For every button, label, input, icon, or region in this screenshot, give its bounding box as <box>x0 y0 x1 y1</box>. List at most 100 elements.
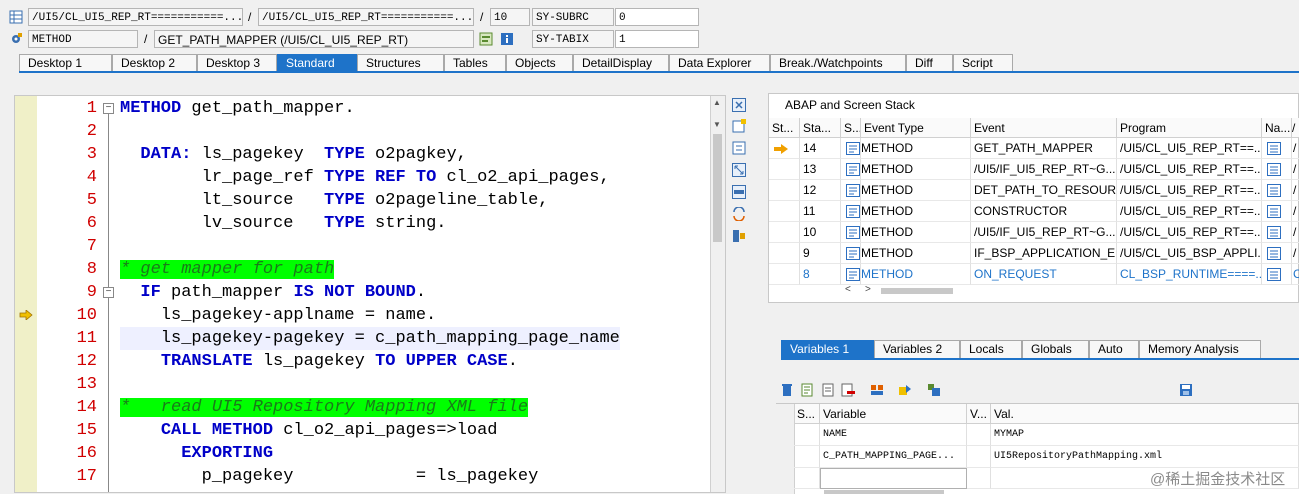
display-object-icon[interactable] <box>478 31 494 47</box>
code-line-9: IF path_mapper IS NOT BOUND. <box>140 283 427 302</box>
stack-row[interactable]: 10 METHOD/UI5/IF_UI5_REP_RT~G.../UI5/CL_U… <box>769 222 1299 243</box>
var-col-header-s[interactable]: S... <box>794 404 820 424</box>
var-col-header-value[interactable]: Val. <box>991 404 1299 424</box>
var-empty-status[interactable] <box>794 468 820 489</box>
new-tool-icon[interactable] <box>731 118 747 134</box>
var-name-cell[interactable]: NAME <box>820 424 967 446</box>
var-value-cell[interactable]: MYMAP <box>991 424 1299 446</box>
stack-row[interactable]: 12 METHOD DET_PATH_TO_RESOUR.../UI5/CL_UI5… <box>769 180 1299 201</box>
tab-desktop-2[interactable]: Desktop 2 <box>112 54 197 71</box>
var-value-cell[interactable]: UI5RepositoryPathMapping.xml <box>991 446 1299 468</box>
save-icon[interactable] <box>1178 382 1194 398</box>
col-header-event[interactable]: Event <box>971 118 1117 138</box>
replace-tool-icon[interactable] <box>731 140 747 156</box>
info-icon[interactable] <box>499 31 515 47</box>
stack-hscroll[interactable]: < > <box>845 284 985 298</box>
var-col-header-variable[interactable]: Variable <box>820 404 967 424</box>
tab-structures[interactable]: Structures <box>357 54 444 71</box>
layout-settings-icon[interactable] <box>926 382 942 398</box>
var-v-cell <box>967 424 991 446</box>
stack-current-cell <box>769 264 800 285</box>
var-name-cell[interactable]: C_PATH_MAPPING_PAGE... <box>820 446 967 468</box>
scroll-thumb[interactable] <box>713 134 722 242</box>
remove-row-icon[interactable] <box>840 382 856 398</box>
services-icon[interactable] <box>731 228 747 244</box>
col-header-s[interactable]: S... <box>841 118 861 138</box>
method-icon <box>846 142 860 158</box>
tab-data-explorer[interactable]: Data Explorer <box>669 54 770 71</box>
navigate-icon[interactable] <box>1267 247 1281 263</box>
sort-icon[interactable] <box>869 382 885 398</box>
scroll-up-icon[interactable]: ▲ <box>713 98 721 107</box>
edit-variable-icon[interactable] <box>800 382 816 398</box>
editor-scrollbar[interactable]: ▲ ▼ <box>710 96 725 492</box>
tab-standard[interactable]: Standard <box>277 54 357 71</box>
tab-detaildisplay[interactable]: DetailDisplay <box>573 54 669 71</box>
col-header-navigate[interactable]: Na... <box>1262 118 1292 138</box>
fold-toggle-method[interactable]: − <box>103 103 114 114</box>
col-header-event-type[interactable]: Event Type <box>861 118 971 138</box>
var-col-header-v[interactable]: V... <box>967 404 991 424</box>
breakpoint-gutter[interactable] <box>15 96 37 492</box>
tab-auto[interactable]: Auto <box>1089 340 1139 358</box>
stack-level-cell: 11 <box>800 201 841 222</box>
stack-row[interactable]: 11 METHOD CONSTRUCTOR/UI5/CL_UI5_REP_RT==.… <box>769 201 1299 222</box>
col-header-extra[interactable]: / <box>1292 118 1299 138</box>
abap-screen-stack-panel: ABAP and Screen Stack St... Sta... S... … <box>768 93 1299 303</box>
sy-subrc-value[interactable]: 0 <box>615 8 699 26</box>
tab-breakpoints[interactable]: Break./Watchpoints <box>770 54 906 71</box>
tab-desktop-1[interactable]: Desktop 1 <box>19 54 112 71</box>
delete-icon[interactable] <box>779 382 795 398</box>
stack-event-cell: GET_PATH_MAPPER <box>971 138 1117 159</box>
stack-level-cell: 10 <box>800 222 841 243</box>
tab-variables-2[interactable]: Variables 2 <box>874 340 960 358</box>
line-number: 9 <box>86 283 97 302</box>
tab-variables-1[interactable]: Variables 1 <box>781 340 874 358</box>
stack-row[interactable]: 14 METHOD GET_PATH_MAPPER/UI5/CL_UI5_REP_R… <box>769 138 1299 159</box>
code-line-10: ls_pagekey-applname = name. <box>120 306 437 325</box>
stack-row[interactable]: 8 METHODON_REQUESTCL_BSP_RUNTIME====... C <box>769 264 1299 285</box>
stack-level-cell: 9 <box>800 243 841 264</box>
method-icon <box>846 163 860 179</box>
navigate-icon[interactable] <box>1267 142 1281 158</box>
stack-title: ABAP and Screen Stack <box>785 98 915 112</box>
stack-extra-cell: / <box>1292 159 1299 180</box>
tab-memory-analysis[interactable]: Memory Analysis <box>1139 340 1261 358</box>
source-editor[interactable]: 1 2 3 4 5 6 7 8 9 10 11 12 13 14 15 16 17 − − METHOD get… <box>14 95 726 493</box>
tab-tables[interactable]: Tables <box>444 54 506 71</box>
navigate-icon[interactable] <box>1267 268 1281 284</box>
tab-desktop-3[interactable]: Desktop 3 <box>197 54 277 71</box>
navigate-icon[interactable] <box>1267 226 1281 242</box>
insert-row-icon[interactable] <box>821 382 837 398</box>
layout-icon[interactable] <box>731 184 747 200</box>
var-hscroll[interactable] <box>824 490 944 494</box>
sy-tabix-value[interactable]: 1 <box>615 30 699 48</box>
tab-objects[interactable]: Objects <box>506 54 573 71</box>
var-empty-v[interactable] <box>967 468 991 489</box>
var-new-name-input[interactable] <box>820 468 967 489</box>
transfer-icon[interactable] <box>897 382 913 398</box>
stack-row[interactable]: 9 METHOD IF_BSP_APPLICATION_E.../UI5/CL_UI… <box>769 243 1299 264</box>
scroll-right-icon[interactable]: > <box>865 284 871 295</box>
sy-subrc-label: SY-SUBRC <box>532 8 614 26</box>
col-header-stack-level[interactable]: Sta... <box>800 118 841 138</box>
stack-extra-cell: / <box>1292 243 1299 264</box>
maximize-icon[interactable] <box>731 162 747 178</box>
close-icon[interactable] <box>731 97 747 113</box>
navigate-icon[interactable] <box>1267 205 1281 221</box>
scroll-left-icon[interactable]: < <box>845 284 851 295</box>
tab-locals[interactable]: Locals <box>960 340 1022 358</box>
col-header-st[interactable]: St... <box>769 118 800 138</box>
scroll-down-icon[interactable]: ▼ <box>713 120 721 129</box>
navigate-icon[interactable] <box>1267 163 1281 179</box>
swap-icon[interactable] <box>731 206 747 222</box>
fold-toggle-if[interactable]: − <box>103 287 114 298</box>
tab-diff[interactable]: Diff <box>906 54 953 71</box>
tab-globals[interactable]: Globals <box>1022 340 1089 358</box>
navigate-icon[interactable] <box>1267 184 1281 200</box>
tab-script[interactable]: Script <box>953 54 1013 71</box>
col-header-program[interactable]: Program <box>1117 118 1262 138</box>
row-selector-column <box>776 404 795 494</box>
hscroll-thumb[interactable] <box>881 288 953 294</box>
stack-row[interactable]: 13 METHOD/UI5/IF_UI5_REP_RT~G.../UI5/CL_U… <box>769 159 1299 180</box>
